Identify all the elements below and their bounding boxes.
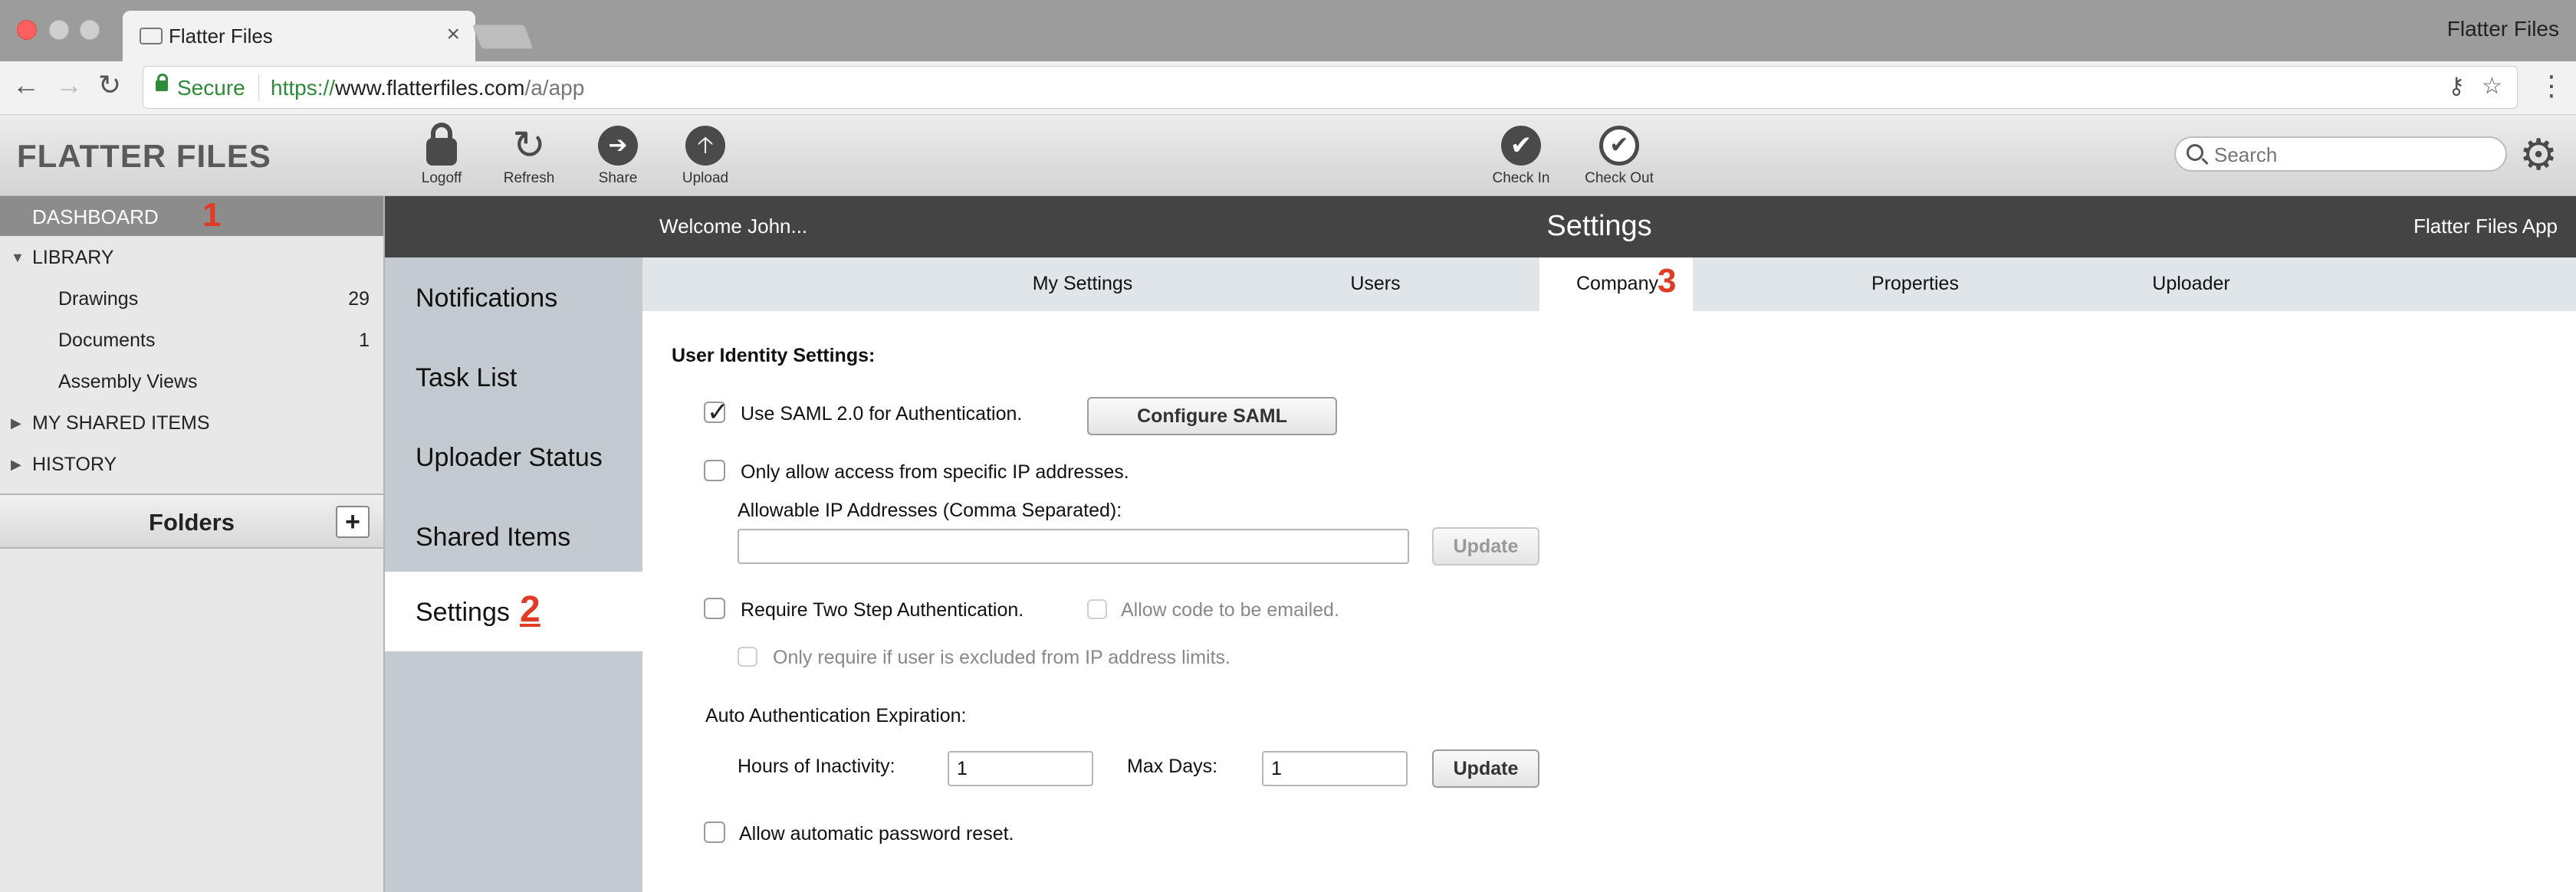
tab-company[interactable]: Company 3 — [1539, 257, 1693, 311]
share-button[interactable]: ➔ Share — [580, 126, 656, 187]
subnav-item-uploader-status[interactable]: Uploader Status — [385, 417, 642, 497]
search-box[interactable] — [2174, 136, 2507, 172]
browser-tab-active[interactable]: Flatter Files × — [123, 11, 475, 61]
browser-profile-name[interactable]: Flatter Files — [2447, 17, 2559, 41]
saml-label: Use SAML 2.0 for Authentication. — [741, 403, 1023, 425]
tab-users[interactable]: Users — [1306, 257, 1444, 311]
drawings-count: 29 — [348, 288, 370, 310]
tab-uploader[interactable]: Uploader — [2099, 257, 2283, 311]
check-in-button[interactable]: ✔ Check In — [1483, 126, 1559, 187]
max-days-label: Max Days: — [1127, 756, 1218, 777]
zoom-window-button[interactable] — [80, 20, 100, 40]
browser-toolbar: ← → ↻ Secure https://www.flatterfiles.co… — [0, 61, 2576, 115]
arrow-right-icon: ➔ — [598, 126, 638, 166]
max-days-input[interactable] — [1262, 751, 1408, 786]
update-expiration-button[interactable]: Update — [1432, 749, 1539, 788]
settings-subnav: Notifications Task List Uploader Status … — [385, 257, 642, 892]
gear-icon[interactable]: ⚙ — [2519, 133, 2562, 176]
url-text[interactable]: https://www.flatterfiles.com/a/app — [271, 76, 584, 100]
sidebar-item-library[interactable]: ▼ LIBRARY — [0, 236, 383, 277]
logoff-button[interactable]: Logoff — [403, 123, 480, 187]
sidebar-item-documents[interactable]: Documents 1 — [0, 319, 383, 360]
close-tab-icon[interactable]: × — [446, 21, 460, 48]
sidebar-item-my-shared-items[interactable]: ▶ MY SHARED ITEMS — [0, 402, 383, 443]
caret-right-icon: ▶ — [11, 415, 21, 431]
ip-excluded-checkbox[interactable] — [738, 647, 757, 667]
reload-icon[interactable]: ↻ — [98, 69, 121, 101]
settings-tabs: My Settings Users Company 3 Properties U… — [642, 257, 2576, 311]
content-header: Welcome John... Settings Flatter Files A… — [385, 196, 2576, 257]
sidebar-item-dashboard[interactable]: DASHBOARD 1 — [0, 196, 383, 236]
flatter-files-app-link[interactable]: Flatter Files App — [2413, 215, 2558, 238]
refresh-icon: ↻ — [512, 123, 546, 168]
ip-excluded-label: Only require if user is excluded from IP… — [773, 647, 1230, 668]
two-step-label: Require Two Step Authentication. — [741, 599, 1024, 621]
upload-button[interactable]: 🡡 Upload — [667, 126, 744, 187]
sidebar-item-assembly-views[interactable]: Assembly Views — [0, 360, 383, 402]
company-settings-pane: User Identity Settings: Use SAML 2.0 for… — [642, 311, 2576, 892]
subnav-item-notifications[interactable]: Notifications — [385, 257, 642, 337]
ip-addresses-input[interactable] — [738, 529, 1409, 564]
step-marker-3: 3 — [1658, 262, 1677, 300]
back-arrow-icon[interactable]: ← — [12, 69, 40, 101]
browser-tabstrip: Flatter Files × Flatter Files — [0, 0, 2576, 61]
auto-auth-label: Auto Authentication Expiration: — [705, 705, 967, 726]
subnav-item-settings[interactable]: Settings 2 — [385, 572, 642, 651]
page-favicon-icon — [140, 28, 163, 44]
close-window-button[interactable] — [17, 20, 37, 40]
tab-my-settings[interactable]: My Settings — [983, 257, 1182, 311]
check-out-button[interactable]: ✔ Check Out — [1581, 126, 1658, 187]
page-title: Settings — [1546, 210, 1652, 242]
update-ip-button[interactable]: Update — [1432, 527, 1539, 566]
hours-inactivity-label: Hours of Inactivity: — [738, 756, 895, 777]
check-circle-outline-icon: ✔ — [1599, 126, 1639, 166]
ip-restriction-label: Only allow access from specific IP addre… — [741, 461, 1129, 483]
lock-icon — [156, 74, 168, 91]
password-reset-label: Allow automatic password reset. — [739, 823, 1014, 844]
ip-addresses-label: Allowable IP Addresses (Comma Separated)… — [738, 500, 1122, 521]
lock-icon — [426, 123, 457, 166]
documents-count: 1 — [359, 330, 370, 351]
section-title: User Identity Settings: — [672, 345, 876, 366]
configure-saml-button[interactable]: Configure SAML — [1087, 397, 1337, 435]
minimize-window-button[interactable] — [49, 20, 69, 40]
brand-logo: FLATTER FILES — [17, 138, 271, 174]
caret-down-icon: ▼ — [11, 250, 25, 265]
sidebar: DASHBOARD 1 ▼ LIBRARY Drawings 29 Docume… — [0, 196, 385, 892]
app-header: FLATTER FILES Logoff ↻ Refresh ➔ Share 🡡… — [0, 115, 2576, 196]
email-code-checkbox[interactable] — [1087, 599, 1107, 619]
subnav-item-task-list[interactable]: Task List — [385, 337, 642, 417]
step-marker-2: 2 — [520, 589, 540, 630]
subnav-item-shared-items[interactable]: Shared Items — [385, 497, 642, 576]
password-reset-checkbox[interactable] — [704, 821, 725, 843]
arrow-up-icon: 🡡 — [685, 126, 725, 166]
two-step-checkbox[interactable] — [704, 598, 725, 619]
address-bar[interactable]: Secure https://www.flatterfiles.com/a/ap… — [143, 66, 2518, 109]
secure-label: Secure — [177, 76, 245, 100]
search-input[interactable] — [2214, 143, 2498, 167]
caret-right-icon: ▶ — [11, 457, 21, 472]
tab-properties[interactable]: Properties — [1823, 257, 2007, 311]
check-circle-icon: ✔ — [1501, 126, 1541, 166]
sidebar-item-history[interactable]: ▶ HISTORY — [0, 443, 383, 484]
folders-header: Folders + — [0, 494, 383, 549]
key-icon[interactable]: ⚷ — [2448, 73, 2465, 100]
step-marker-1: 1 — [202, 196, 222, 234]
email-code-label: Allow code to be emailed. — [1121, 599, 1339, 621]
search-icon — [2187, 144, 2203, 161]
sidebar-item-drawings[interactable]: Drawings 29 — [0, 277, 383, 319]
refresh-button[interactable]: ↻ Refresh — [491, 126, 567, 187]
forward-arrow-icon[interactable]: → — [55, 69, 83, 101]
new-tab-button[interactable] — [472, 25, 534, 49]
saml-checkbox[interactable] — [704, 397, 729, 428]
browser-tab-title: Flatter Files — [169, 25, 273, 48]
bookmark-star-icon[interactable]: ☆ — [2482, 73, 2502, 100]
hours-inactivity-input[interactable] — [948, 751, 1093, 786]
add-folder-button[interactable]: + — [336, 506, 370, 538]
ip-restriction-checkbox[interactable] — [704, 460, 725, 481]
browser-menu-icon[interactable]: ⋮ — [2538, 72, 2565, 100]
